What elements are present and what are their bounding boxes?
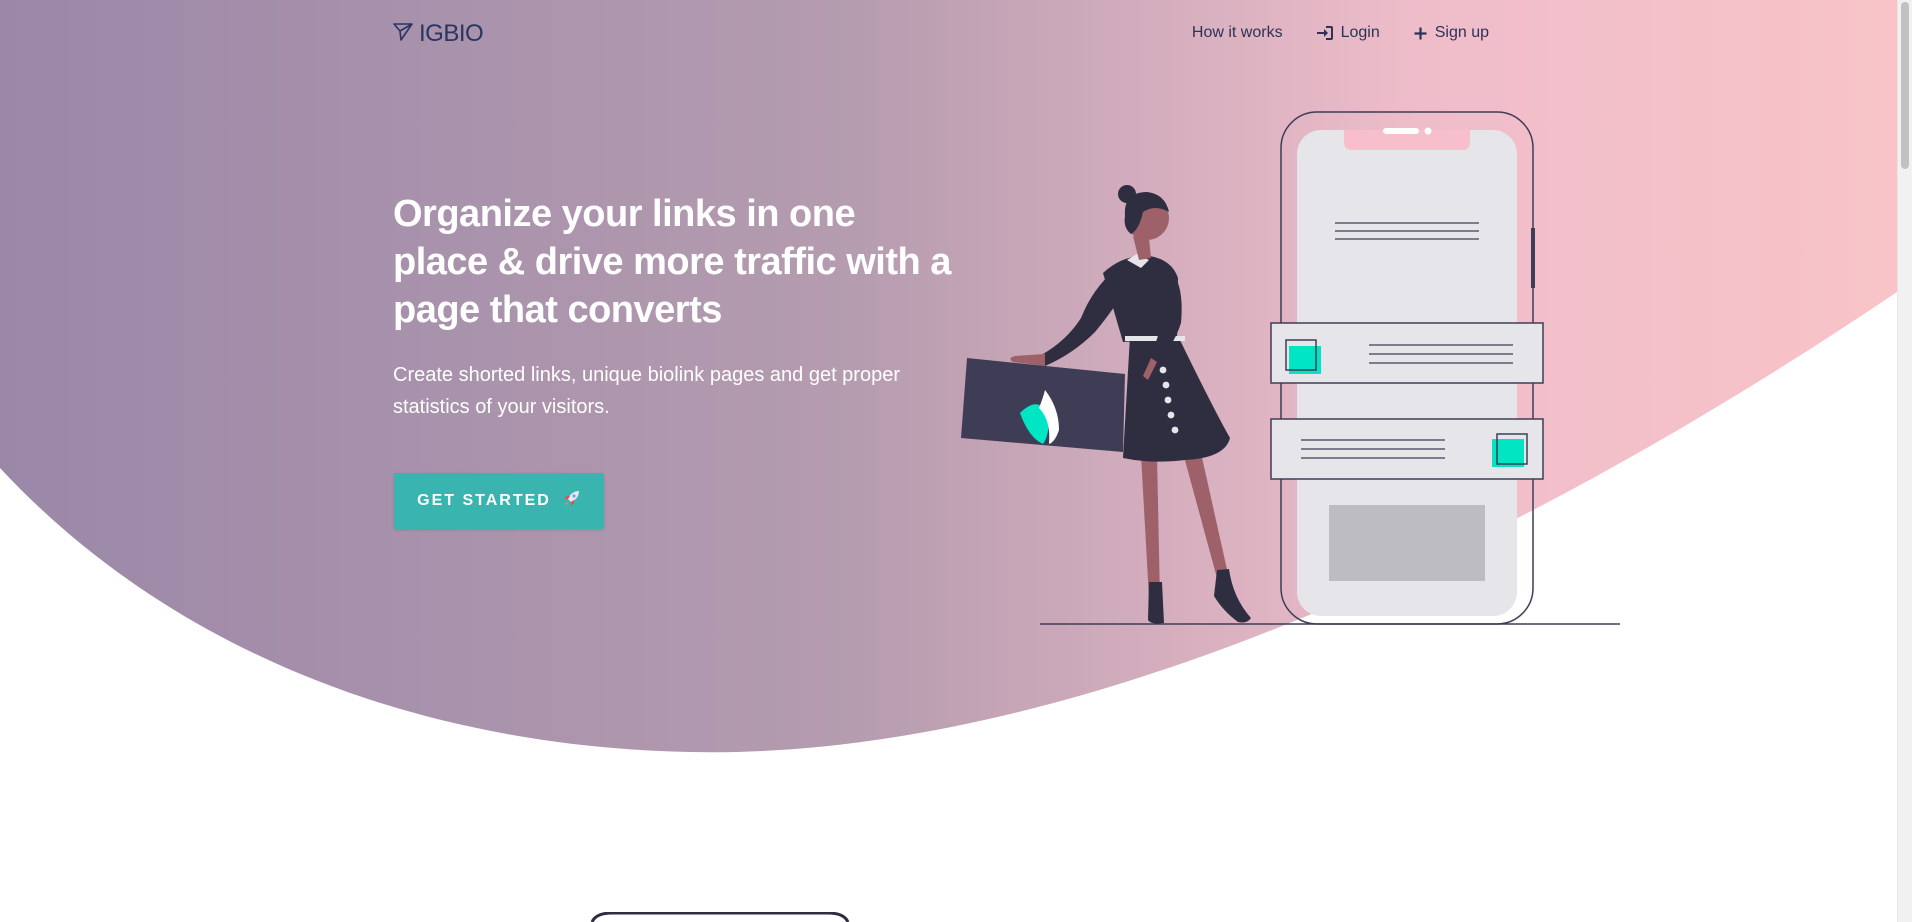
paper-plane-icon xyxy=(393,22,413,47)
nav-links: How it works Login Sign up xyxy=(1192,24,1489,42)
logo-board xyxy=(961,358,1125,452)
landing-page: IGBIO How it works Login Sign up Organiz… xyxy=(0,0,1897,922)
nav-login-label: Login xyxy=(1340,24,1380,41)
nav-login[interactable]: Login xyxy=(1316,24,1380,42)
top-navbar: IGBIO How it works Login Sign up xyxy=(0,0,1897,72)
rocket-icon xyxy=(561,489,581,514)
nav-how-it-works-label: How it works xyxy=(1191,24,1283,41)
get-started-button[interactable]: GET STARTED xyxy=(394,473,604,529)
woman-figure xyxy=(961,185,1251,624)
device-preview-edge xyxy=(590,912,850,922)
hero-illustration xyxy=(961,111,1620,625)
phone-mockup xyxy=(1270,111,1544,625)
hero-subtitle: Create shorted links, unique biolink pag… xyxy=(393,364,900,418)
nav-how-it-works[interactable]: How it works xyxy=(1192,24,1283,42)
plus-icon xyxy=(1414,27,1427,40)
brand-name: IGBIO xyxy=(419,20,484,47)
brand-logo[interactable]: IGBIO xyxy=(393,20,484,48)
sign-in-icon xyxy=(1316,26,1333,40)
nav-sign-up-label: Sign up xyxy=(1434,24,1489,41)
nav-sign-up[interactable]: Sign up xyxy=(1414,24,1489,42)
get-started-label: GET STARTED xyxy=(417,492,551,509)
vertical-scrollbar[interactable] xyxy=(1897,0,1912,922)
hero-title: Organize your links in one place & drive… xyxy=(393,193,951,331)
scrollbar-thumb[interactable] xyxy=(1901,2,1909,169)
